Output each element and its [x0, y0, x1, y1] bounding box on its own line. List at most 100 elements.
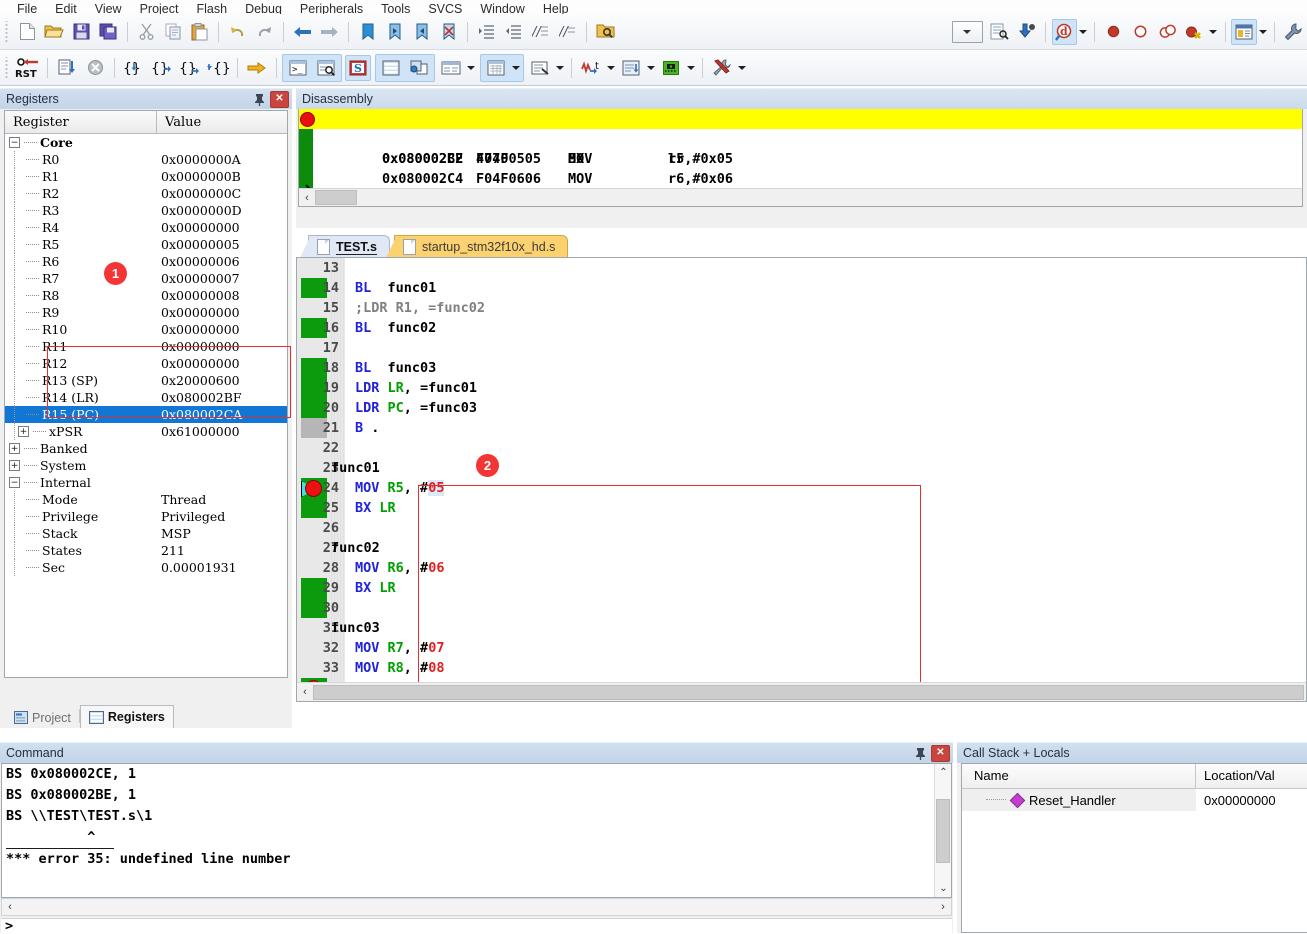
reset-cpu-button[interactable]: RST — [15, 55, 41, 81]
close-icon[interactable]: ✕ — [931, 745, 950, 762]
target-select-combo[interactable] — [951, 20, 983, 43]
trace-windows-button[interactable] — [618, 55, 644, 81]
analysis-dropdown-caret[interactable] — [605, 55, 616, 81]
editor-hscrollbar[interactable]: ‹ — [297, 682, 1306, 701]
step-out-button[interactable]: {} — [177, 55, 203, 81]
menu-view[interactable]: View — [86, 3, 131, 15]
dock-tab-project[interactable]: Project — [6, 707, 79, 728]
bookmark-toggle-button[interactable] — [355, 19, 380, 45]
code-text[interactable]: BX LR — [355, 578, 396, 598]
pin-icon[interactable] — [912, 746, 928, 762]
code-text[interactable]: LDR LR, =func01 — [355, 378, 477, 398]
target-options-button[interactable] — [987, 19, 1012, 45]
bookmark-next-button[interactable] — [409, 19, 434, 45]
editor-code-area[interactable]: 13 14 BL func01 15 ;LDR R1, =func02 16 BL f… — [296, 257, 1307, 702]
indent-button[interactable] — [474, 19, 499, 45]
navigate-back-button[interactable] — [290, 19, 315, 45]
expander-icon[interactable]: − — [9, 137, 20, 148]
register-row-r6[interactable]: R6 0x00000006 — [5, 253, 287, 270]
serial-windows-button[interactable] — [527, 55, 553, 81]
internal-row-stack[interactable]: Stack MSP — [5, 525, 287, 542]
disable-all-breakpoints-button[interactable] — [1155, 19, 1180, 45]
register-row-r4[interactable]: R4 0x00000000 — [5, 219, 287, 236]
cut-button[interactable] — [134, 19, 159, 45]
new-file-button[interactable] — [15, 19, 40, 45]
comment-button[interactable]: // — [528, 19, 553, 45]
navigate-forward-button[interactable] — [317, 19, 342, 45]
register-row-r8[interactable]: R8 0x00000008 — [5, 287, 287, 304]
disable-breakpoint-button[interactable] — [1128, 19, 1153, 45]
scroll-right-icon[interactable]: › — [935, 899, 951, 915]
bookmark-clear-button[interactable] — [436, 19, 461, 45]
analysis-windows-button[interactable]: t — [578, 55, 604, 81]
register-row-r13-sp[interactable]: R13 (SP) 0x20000600 — [5, 372, 287, 389]
call-stack-row[interactable]: Reset_Handler 0x00000000 — [962, 789, 1307, 811]
code-text[interactable]: BL func01 — [355, 278, 436, 298]
scroll-up-icon[interactable]: ⌃ — [935, 764, 951, 781]
pin-icon[interactable] — [251, 92, 267, 108]
internal-row-sec[interactable]: Sec 0.00001931 — [5, 559, 287, 576]
paste-button[interactable] — [187, 19, 212, 45]
call-stack-window-button[interactable] — [406, 55, 432, 81]
call-stack-table[interactable]: Name Location/Val Reset_Handler 0x000000… — [961, 763, 1307, 933]
expander-icon[interactable]: + — [18, 426, 29, 437]
dock-tab-registers[interactable]: Registers — [79, 705, 174, 728]
system-viewer-button[interactable] — [658, 55, 684, 81]
code-text[interactable]: func03 — [331, 618, 380, 638]
code-text[interactable]: B . — [355, 418, 379, 438]
menu-file[interactable]: File — [8, 3, 46, 15]
register-row-r0[interactable]: R0 0x0000000A — [5, 151, 287, 168]
outdent-button[interactable] — [501, 19, 526, 45]
scrollbar-thumb[interactable] — [936, 799, 950, 863]
code-text[interactable]: func01 — [331, 458, 380, 478]
build-target-button[interactable] — [1014, 19, 1039, 45]
registers-tree[interactable]: Register Value − Core R0 0x0000000A R1 0x00… — [4, 110, 288, 678]
windows-dropdown-caret[interactable] — [1258, 19, 1269, 45]
breakpoints-dropdown-caret[interactable] — [1208, 19, 1219, 45]
run-to-cursor-button[interactable]: {} — [205, 55, 231, 81]
registers-group-system[interactable]: + System — [5, 457, 287, 474]
toolbox-dropdown-caret[interactable] — [736, 55, 747, 81]
step-button[interactable]: {} — [121, 55, 147, 81]
register-row-r10[interactable]: R10 0x00000000 — [5, 321, 287, 338]
menu-help[interactable]: Help — [534, 3, 578, 15]
scrollbar-thumb[interactable] — [313, 684, 1304, 700]
memory-windows-button[interactable] — [483, 55, 509, 81]
scroll-down-icon[interactable]: ⌄ — [935, 880, 951, 897]
register-row-r12[interactable]: R12 0x00000000 — [5, 355, 287, 372]
registers-group-internal[interactable]: − Internal — [5, 474, 287, 491]
menu-window[interactable]: Window — [471, 3, 533, 15]
disassembly-line[interactable]: 0x080002C4 F04F0606 MOV r6,#0x06 — [299, 149, 1302, 187]
command-output[interactable]: BS 0x080002CE, 1 BS 0x080002BE, 1 BS \\T… — [1, 763, 952, 898]
command-hscrollbar[interactable]: ‹ › — [1, 898, 952, 916]
command-input[interactable]: > — [1, 918, 952, 934]
symbols-window-button[interactable]: S — [345, 54, 371, 81]
menu-flash[interactable]: Flash — [187, 3, 236, 15]
menu-peripherals[interactable]: Peripherals — [291, 3, 372, 15]
register-row-r14-lr[interactable]: R14 (LR) 0x080002BF — [5, 389, 287, 406]
toolbar-grip[interactable] — [4, 20, 11, 43]
editor-tab-startup-s[interactable]: startup_stm32f10x_hd.s — [394, 235, 569, 258]
debug-dropdown-caret[interactable] — [1078, 19, 1089, 45]
expander-icon[interactable]: − — [9, 477, 20, 488]
internal-row-states[interactable]: States 211 — [5, 542, 287, 559]
register-row-r7[interactable]: R7 0x00000007 — [5, 270, 287, 287]
watch-windows-button[interactable] — [438, 55, 464, 81]
disassembly-line[interactable]: 0x080002C2 4770 BX lr — [299, 129, 1302, 167]
code-text[interactable]: BX LR — [355, 498, 396, 518]
disassembly-line[interactable]: 0x080002BE F04F0505 MOV r5,#0x05 — [299, 109, 1302, 167]
register-row-xpsr[interactable]: + xPSR 0x61000000 — [5, 423, 287, 440]
disassembly-code-area[interactable]: 0x080002BE F04F0505 MOV r5,#0x05 0x080002C2… — [298, 109, 1303, 207]
menu-svcs[interactable]: SVCS — [419, 3, 471, 15]
editor-tab-test-s[interactable]: TEST.s — [308, 235, 390, 258]
command-window-button[interactable]: >_ — [285, 55, 311, 81]
code-text[interactable]: MOV R5, #05 — [355, 478, 445, 498]
save-button[interactable] — [69, 19, 94, 45]
expander-icon[interactable]: + — [9, 460, 20, 471]
toolbar-grip[interactable] — [4, 56, 11, 79]
undo-button[interactable] — [225, 19, 250, 45]
scroll-left-icon[interactable]: ‹ — [2, 899, 18, 915]
expander-icon[interactable]: + — [9, 443, 20, 454]
code-text[interactable]: MOV R7, #07 — [355, 638, 444, 658]
scroll-left-icon[interactable]: ‹ — [299, 190, 315, 206]
